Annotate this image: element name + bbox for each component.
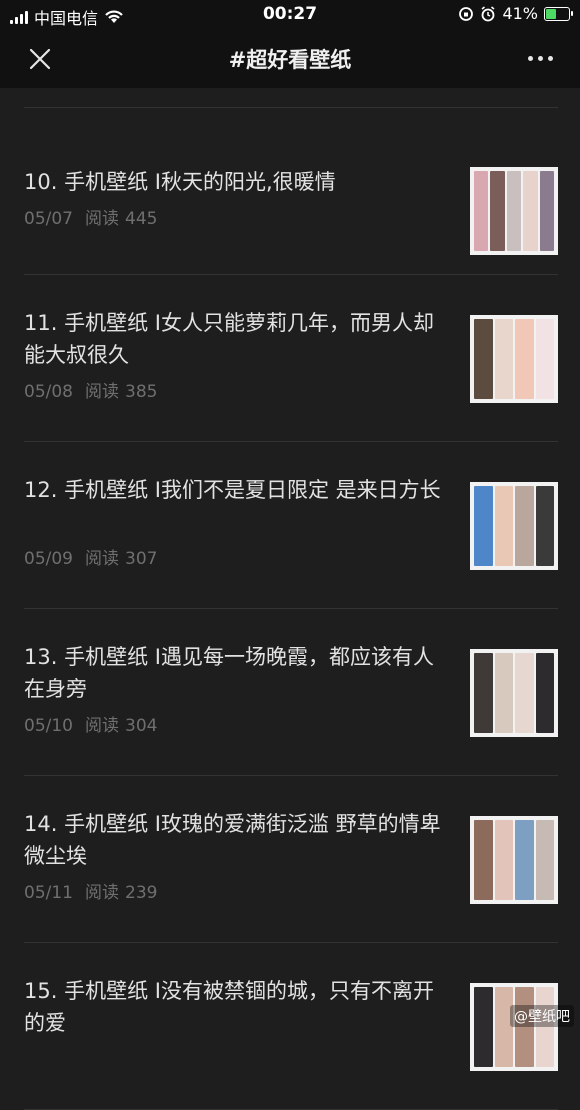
- thumbnail-strip: [535, 653, 554, 733]
- read-count: 385: [125, 382, 158, 402]
- thumbnail-strip: [494, 987, 513, 1067]
- thumbnail-strip: [474, 486, 493, 566]
- thumbnail-strip: [515, 987, 534, 1067]
- thumbnail-strip: [474, 653, 493, 733]
- article-title[interactable]: 12. 手机壁纸 I我们不是夏日限定 是来日方长: [24, 474, 444, 506]
- thumbnail-strip: [494, 486, 513, 566]
- read-count: 304: [125, 716, 158, 736]
- status-right: 41%: [458, 4, 573, 23]
- thumbnail-strip: [515, 820, 534, 900]
- article-item[interactable]: 14. 手机壁纸 I玫瑰的爱满街泛滥 野草的情卑微尘埃 05/11 阅读 239: [24, 776, 558, 943]
- article-item[interactable]: 15. 手机壁纸 I没有被禁锢的城，只有不离开的爱: [24, 943, 558, 1110]
- thumbnail-strip: [515, 653, 534, 733]
- status-bar: 中国电信 00:27 41%: [0, 0, 580, 30]
- article-title[interactable]: 14. 手机壁纸 I玫瑰的爱满街泛滥 野草的情卑微尘埃: [24, 808, 444, 872]
- battery-fill: [546, 8, 556, 19]
- article-title[interactable]: 10. 手机壁纸 I秋天的阳光,很暖情: [24, 166, 444, 198]
- article-thumbnail[interactable]: [470, 482, 558, 570]
- read-count: 445: [125, 209, 158, 229]
- close-icon[interactable]: [24, 43, 56, 75]
- read-count: 239: [125, 883, 158, 903]
- thumbnail-strip: [535, 987, 554, 1067]
- article-thumbnail[interactable]: [470, 816, 558, 904]
- read-label: 阅读: [85, 883, 119, 903]
- article-title[interactable]: 11. 手机壁纸 I女人只能萝莉几年，而男人却能大叔很久: [24, 307, 444, 371]
- page-title: #超好看壁纸: [228, 48, 352, 72]
- thumbnail-strip: [494, 319, 513, 399]
- article-date: 05/09: [24, 549, 73, 569]
- article-date: 05/11: [24, 883, 73, 903]
- article-thumbnail[interactable]: [470, 649, 558, 737]
- thumbnail-strip: [515, 319, 534, 399]
- article-list: 10. 手机壁纸 I秋天的阳光,很暖情 05/07 阅读 445 11. 手机壁纸 I女…: [0, 88, 580, 1110]
- thumbnail-strip: [474, 171, 489, 251]
- thumbnail-strip: [490, 171, 505, 251]
- thumbnail-strip: [535, 486, 554, 566]
- article-thumbnail[interactable]: [470, 983, 558, 1071]
- thumbnail-strip: [535, 319, 554, 399]
- watermark: @壁纸吧: [510, 1005, 574, 1027]
- read-label: 阅读: [85, 382, 119, 402]
- more-icon[interactable]: [528, 50, 556, 66]
- article-thumbnail[interactable]: [470, 167, 558, 255]
- article-meta: 05/10 阅读 304: [24, 711, 157, 736]
- article-meta: 05/11 阅读 239: [24, 878, 157, 903]
- article-title[interactable]: 15. 手机壁纸 I没有被禁锢的城，只有不离开的爱: [24, 975, 444, 1039]
- article-date: 05/07: [24, 209, 73, 229]
- thumbnail-strip: [474, 319, 493, 399]
- article-date: 05/10: [24, 716, 73, 736]
- article-meta: 05/09 阅读 307: [24, 544, 157, 569]
- thumbnail-strip: [515, 486, 534, 566]
- thumbnail-strip: [506, 171, 522, 251]
- read-label: 阅读: [85, 549, 119, 569]
- orientation-lock-icon: [459, 6, 474, 21]
- article-date: 05/08: [24, 382, 73, 402]
- thumbnail-strip: [535, 820, 554, 900]
- article-thumbnail[interactable]: [470, 315, 558, 403]
- thumbnail-strip: [474, 987, 493, 1067]
- thumbnail-strip: [539, 171, 555, 251]
- article-meta: 05/08 阅读 385: [24, 377, 157, 402]
- article-title[interactable]: 13. 手机壁纸 I遇见每一场晚霞，都应该有人在身旁: [24, 641, 444, 705]
- battery-icon: [544, 6, 573, 21]
- battery-percent: 41%: [502, 4, 538, 23]
- thumbnail-strip: [494, 820, 513, 900]
- article-item[interactable]: 12. 手机壁纸 I我们不是夏日限定 是来日方长 05/09 阅读 307: [24, 442, 558, 609]
- read-count: 307: [125, 549, 158, 569]
- nav-bar: #超好看壁纸: [0, 30, 580, 88]
- article-item[interactable]: 13. 手机壁纸 I遇见每一场晚霞，都应该有人在身旁 05/10 阅读 304: [24, 609, 558, 776]
- read-label: 阅读: [85, 209, 119, 229]
- alarm-icon: [481, 5, 495, 21]
- thumbnail-strip: [523, 171, 538, 251]
- thumbnail-strip: [494, 653, 513, 733]
- thumbnail-strip: [474, 820, 493, 900]
- article-item[interactable]: 11. 手机壁纸 I女人只能萝莉几年，而男人却能大叔很久 05/08 阅读 385: [24, 275, 558, 442]
- read-label: 阅读: [85, 716, 119, 736]
- article-meta: 05/07 阅读 445: [24, 204, 157, 229]
- article-item[interactable]: 10. 手机壁纸 I秋天的阳光,很暖情 05/07 阅读 445: [24, 108, 558, 275]
